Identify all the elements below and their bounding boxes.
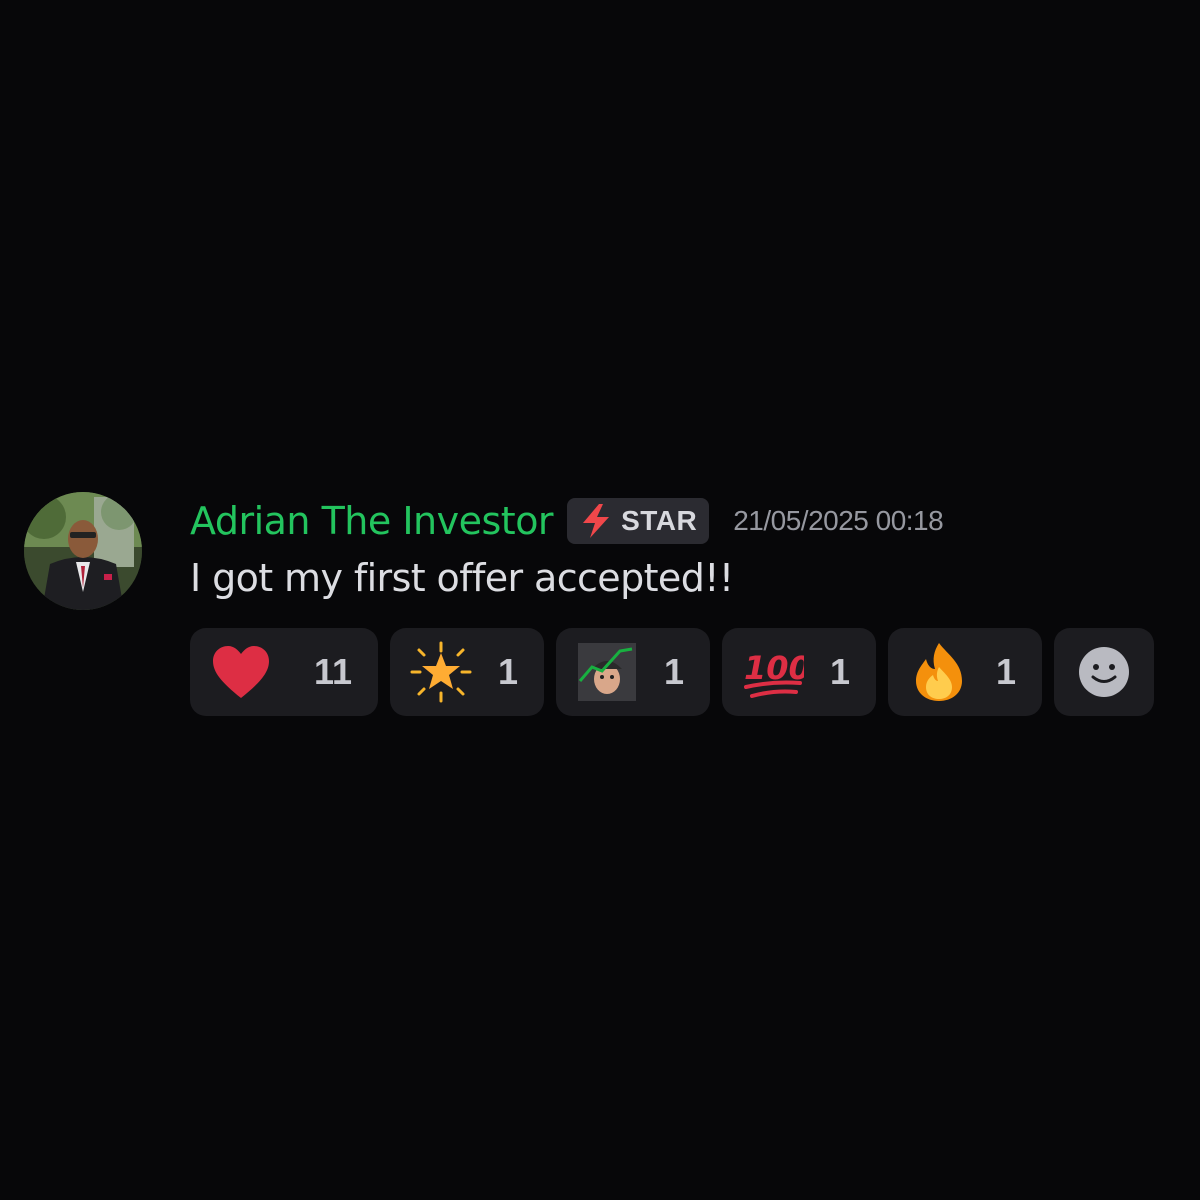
role-tag[interactable]: STAR (567, 498, 710, 544)
glowing-star-icon (410, 641, 472, 703)
reaction-glowing-star[interactable]: 1 (390, 628, 544, 716)
chat-message: Adrian The Investor STAR 21/05/2025 00:1… (22, 490, 1182, 730)
add-reaction-button[interactable] (1054, 628, 1154, 716)
user-avatar-photo (24, 492, 142, 610)
message-header: Adrian The Investor STAR 21/05/2025 00:1… (190, 496, 944, 546)
reaction-count: 1 (995, 651, 1016, 692)
lightning-bolt-icon (583, 504, 610, 538)
reaction-fire[interactable]: 1 (888, 628, 1042, 716)
reaction-count: 1 (663, 651, 684, 692)
reaction-custom-face[interactable]: 1 (556, 628, 710, 716)
reaction-heart[interactable]: 11 (190, 628, 378, 716)
chat-canvas: Adrian The Investor STAR 21/05/2025 00:1… (0, 0, 1200, 1200)
custom-face-chart-icon (576, 641, 638, 703)
role-tag-label: STAR (621, 505, 698, 536)
red-heart-icon (210, 641, 272, 703)
message-content: I got my first offer accepted!! (190, 556, 734, 600)
reaction-count: 11 (313, 651, 352, 692)
message-timestamp: 21/05/2025 00:18 (733, 505, 944, 536)
reaction-bar: 11 1 1 10 1 1 (190, 628, 1154, 716)
fire-icon (908, 641, 970, 703)
hundred-points-icon: 100 (742, 641, 804, 703)
author-name[interactable]: Adrian The Investor (190, 499, 554, 543)
smiley-add-reaction-icon (1079, 647, 1129, 697)
reaction-count: 1 (497, 651, 518, 692)
reaction-count: 1 (829, 651, 850, 692)
reaction-hundred[interactable]: 100 1 (722, 628, 876, 716)
user-avatar[interactable] (24, 492, 142, 610)
